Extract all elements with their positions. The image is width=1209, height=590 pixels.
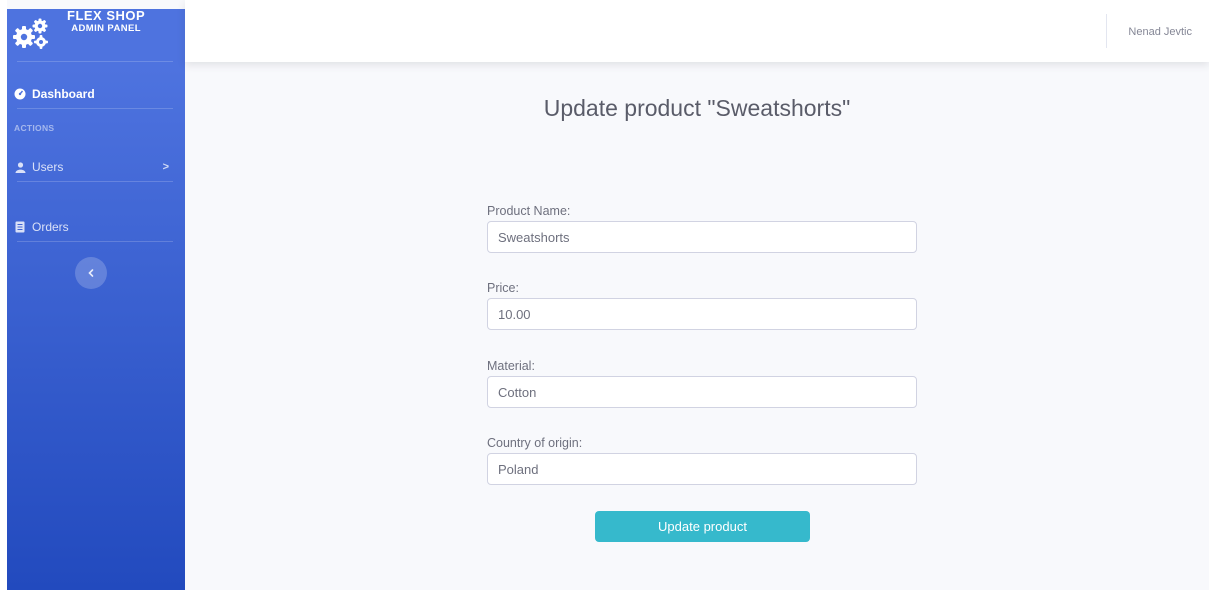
chevron-left-icon [88,269,94,277]
file-list-icon [14,221,26,233]
tachometer-icon [14,88,26,100]
sidebar: FLEX SHOP ADMIN PANEL Dashboard ACTIONS … [7,8,185,590]
sidebar-item-label: Users [32,160,64,174]
product-name-label: Product Name: [487,204,571,218]
sidebar-item-label: Dashboard [32,87,95,101]
price-label: Price: [487,281,519,295]
sidebar-item-label: Orders [32,220,69,234]
brand-title: FLEX SHOP [67,8,146,23]
product-name-input[interactable] [487,221,917,253]
update-product-button[interactable]: Update product [595,511,810,542]
sidebar-divider [17,181,173,182]
user-menu[interactable]: Nenad Jevtic [1128,26,1192,38]
sidebar-brand[interactable]: FLEX SHOP ADMIN PANEL [7,8,185,61]
material-label: Material: [487,359,535,373]
user-icon [14,161,26,173]
sidebar-item-dashboard[interactable]: Dashboard [7,82,185,106]
material-input[interactable] [487,376,917,408]
topbar: Nenad Jevtic [185,0,1209,62]
sidebar-item-users[interactable]: Users > [7,155,185,179]
topbar-divider [1106,14,1107,48]
sidebar-divider [17,108,173,109]
sidebar-heading: ACTIONS [14,123,55,133]
chevron-right-icon: > [162,161,169,173]
sidebar-divider [17,61,173,62]
country-of-origin-label: Country of origin: [487,436,583,450]
sidebar-toggle-button[interactable] [75,257,107,289]
brand-subtitle: ADMIN PANEL [71,22,141,34]
brand-text: FLEX SHOP ADMIN PANEL [67,8,146,35]
cogs-icon [13,18,48,49]
country-of-origin-input[interactable] [487,453,917,485]
sidebar-item-orders[interactable]: Orders [7,215,185,239]
sidebar-divider [17,241,173,242]
page-edge [0,0,7,590]
price-input[interactable] [487,298,917,330]
page-title: Update product "Sweatshorts" [543,95,851,121]
